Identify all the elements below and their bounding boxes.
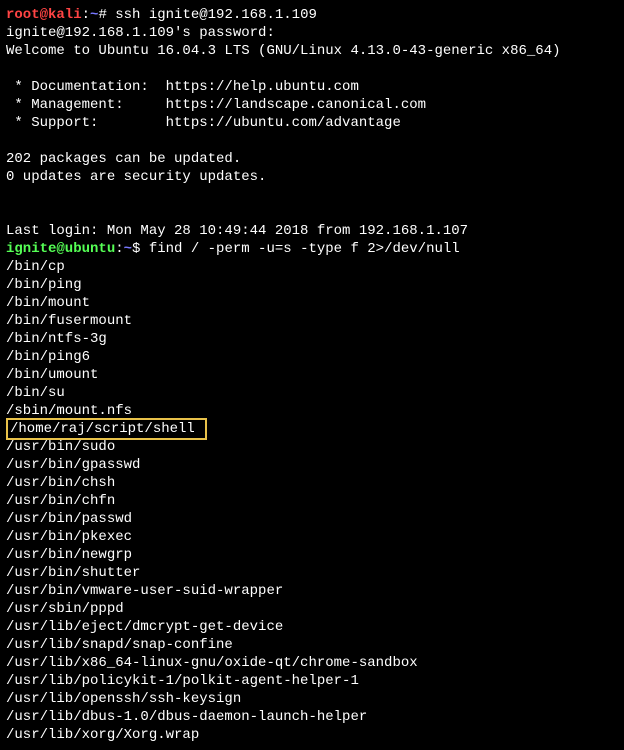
prompt-sep: : <box>115 241 123 257</box>
result-line: /bin/umount <box>6 366 618 384</box>
blank-line <box>6 186 618 204</box>
highlight-box: /home/raj/script/shell <box>6 418 207 440</box>
result-line: /usr/bin/pkexec <box>6 528 618 546</box>
result-line: /usr/bin/chfn <box>6 492 618 510</box>
result-line: /usr/bin/chsh <box>6 474 618 492</box>
result-highlighted: /home/raj/script/shell <box>6 420 618 438</box>
blank-line <box>6 60 618 78</box>
doc-line: * Documentation: https://help.ubuntu.com <box>6 78 618 96</box>
result-line: /usr/lib/snapd/snap-confine <box>6 636 618 654</box>
result-line: /usr/bin/sudo <box>6 438 618 456</box>
result-line: /bin/ntfs-3g <box>6 330 618 348</box>
result-line: /bin/fusermount <box>6 312 618 330</box>
result-line: /bin/ping6 <box>6 348 618 366</box>
result-line: /usr/bin/newgrp <box>6 546 618 564</box>
result-line: /usr/lib/x86_64-linux-gnu/oxide-qt/chrom… <box>6 654 618 672</box>
blank-line <box>6 132 618 150</box>
result-line: /usr/bin/vmware-user-suid-wrapper <box>6 582 618 600</box>
prompt-line-ignite: ignite@ubuntu:~$ find / -perm -u=s -type… <box>6 240 618 258</box>
pkg-line2: 0 updates are security updates. <box>6 168 618 186</box>
prompt-line-root: root@kali:~# ssh ignite@192.168.1.109 <box>6 6 618 24</box>
prompt-symbol: # <box>98 7 106 23</box>
lastlogin-line: Last login: Mon May 28 10:49:44 2018 fro… <box>6 222 618 240</box>
result-line: /usr/bin/passwd <box>6 510 618 528</box>
command-text: find / -perm -u=s -type f 2>/dev/null <box>140 241 459 257</box>
result-line: /bin/su <box>6 384 618 402</box>
result-line: /bin/mount <box>6 294 618 312</box>
result-line: /usr/lib/dbus-1.0/dbus-daemon-launch-hel… <box>6 708 618 726</box>
support-line: * Support: https://ubuntu.com/advantage <box>6 114 618 132</box>
result-line: /bin/cp <box>6 258 618 276</box>
result-line: /bin/ping <box>6 276 618 294</box>
result-line: /usr/sbin/pppd <box>6 600 618 618</box>
prompt-sep: : <box>82 7 90 23</box>
welcome-line: Welcome to Ubuntu 16.04.3 LTS (GNU/Linux… <box>6 42 618 60</box>
result-list: /bin/cp/bin/ping/bin/mount/bin/fusermoun… <box>6 258 618 420</box>
result-line: /usr/lib/eject/dmcrypt-get-device <box>6 618 618 636</box>
result-line: /usr/bin/gpasswd <box>6 456 618 474</box>
result-line: /usr/lib/openssh/ssh-keysign <box>6 690 618 708</box>
pkg-line1: 202 packages can be updated. <box>6 150 618 168</box>
prompt-user: ignite@ubuntu <box>6 241 115 257</box>
command-text: ssh ignite@192.168.1.109 <box>107 7 317 23</box>
prompt-path: ~ <box>124 241 132 257</box>
terminal-output: root@kali:~# ssh ignite@192.168.1.109 ig… <box>6 6 618 744</box>
result-line: /usr/bin/shutter <box>6 564 618 582</box>
result-line: /usr/lib/xorg/Xorg.wrap <box>6 726 618 744</box>
password-prompt: ignite@192.168.1.109's password: <box>6 24 618 42</box>
result-list: /usr/bin/sudo/usr/bin/gpasswd/usr/bin/ch… <box>6 438 618 744</box>
prompt-user: root@kali <box>6 7 82 23</box>
blank-line <box>6 204 618 222</box>
result-line: /usr/lib/policykit-1/polkit-agent-helper… <box>6 672 618 690</box>
mgmt-line: * Management: https://landscape.canonica… <box>6 96 618 114</box>
